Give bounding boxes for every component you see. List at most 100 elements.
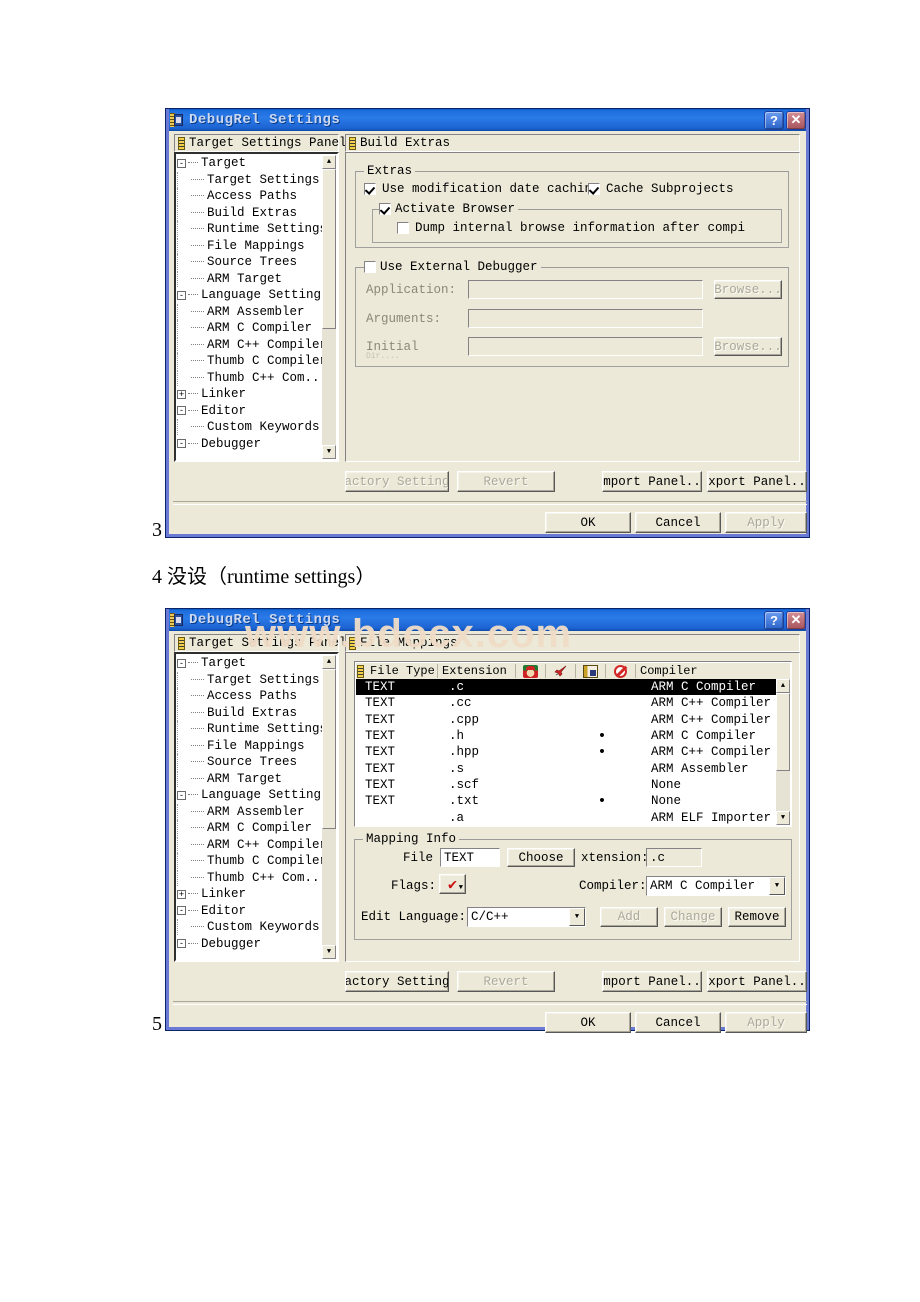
tree-item-editor[interactable]: - Editor bbox=[177, 903, 322, 920]
checkbox-icon[interactable] bbox=[397, 222, 409, 234]
scroll-up-icon[interactable]: ▲ bbox=[776, 679, 790, 693]
initial-dir-field[interactable] bbox=[468, 337, 703, 356]
tree-item-runtime-settings[interactable]: Runtime Settings bbox=[177, 721, 322, 738]
scroll-up-icon[interactable]: ▲ bbox=[322, 655, 336, 669]
export-panel-button[interactable]: Export Panel... bbox=[707, 471, 807, 492]
column-header-resource-icon[interactable] bbox=[576, 664, 606, 678]
tree-item-arm-c-compiler[interactable]: ARM C++ Compiler bbox=[177, 836, 322, 854]
tree-item-arm-assembler[interactable]: ARM Assembler bbox=[177, 303, 322, 321]
collapse-icon[interactable]: - bbox=[177, 290, 186, 300]
change-button[interactable]: Change bbox=[664, 907, 722, 927]
tree-item-thumb-c-compiler[interactable]: Thumb C Compiler bbox=[177, 353, 322, 370]
checkbox-icon[interactable] bbox=[379, 203, 391, 215]
tree-item-thumb-c-com[interactable]: Thumb C++ Com... bbox=[177, 869, 322, 887]
checkbox-icon[interactable] bbox=[364, 183, 376, 195]
close-icon[interactable]: ✕ bbox=[786, 610, 806, 630]
table-row[interactable]: TEXT .h • ARM C Compiler bbox=[356, 728, 776, 744]
column-header-precompile-icon[interactable] bbox=[516, 664, 546, 678]
collapse-icon[interactable]: - bbox=[177, 406, 186, 416]
table-row[interactable]: TEXT .cpp ARM C++ Compiler bbox=[356, 712, 776, 728]
application-field[interactable] bbox=[468, 280, 703, 299]
tree-item-access-paths[interactable]: Access Paths bbox=[177, 188, 322, 205]
tree-item-arm-target[interactable]: ARM Target bbox=[177, 770, 322, 788]
settings-dialog-file-mappings[interactable]: DebugRel Settings ? ✕ Target Settings Pa… bbox=[165, 608, 810, 1033]
chevron-down-icon[interactable]: ▼ bbox=[569, 908, 585, 926]
initial-dir-browse-button[interactable]: Browse... bbox=[714, 337, 782, 356]
revert-button[interactable]: Revert bbox=[457, 971, 555, 992]
tree-item-custom-keywords[interactable]: Custom Keywords bbox=[177, 419, 322, 436]
apply-button[interactable]: Apply bbox=[725, 512, 807, 533]
collapse-icon[interactable]: - bbox=[177, 158, 186, 168]
tree-item-language-settings[interactable]: - Language Settings bbox=[177, 787, 322, 804]
collapse-icon[interactable]: - bbox=[177, 790, 186, 800]
dialog1-titlebar[interactable]: DebugRel Settings ? ✕ bbox=[166, 109, 809, 131]
compiler-select[interactable]: ARM C Compiler ▼ bbox=[646, 876, 786, 896]
tree-item-target-settings[interactable]: Target Settings bbox=[177, 171, 322, 189]
table-row[interactable]: TEXT .scf None bbox=[356, 777, 776, 793]
cancel-button[interactable]: Cancel bbox=[635, 512, 721, 533]
tree-item-arm-target[interactable]: ARM Target bbox=[177, 270, 322, 288]
help-icon[interactable]: ? bbox=[764, 110, 784, 130]
chevron-down-icon[interactable]: ▼ bbox=[769, 877, 785, 895]
apply-button[interactable]: Apply bbox=[725, 1012, 807, 1033]
table-row[interactable]: TEXT .c ARM C Compiler bbox=[356, 679, 776, 696]
dialog1-settings-tree[interactable]: - Target Target Settings Access Paths Build … bbox=[174, 152, 339, 462]
scroll-down-icon[interactable]: ▼ bbox=[776, 811, 790, 825]
help-icon[interactable]: ? bbox=[764, 610, 784, 630]
expand-icon[interactable]: + bbox=[177, 889, 186, 899]
import-panel-button[interactable]: Import Panel... bbox=[602, 471, 702, 492]
file-mappings-table[interactable]: File Type Extension Compiler TEXT .c ARM C C… bbox=[354, 661, 792, 827]
tree-item-access-paths[interactable]: Access Paths bbox=[177, 688, 322, 705]
tree-item-arm-c-compiler[interactable]: ARM C++ Compiler bbox=[177, 336, 322, 354]
tree-item-linker[interactable]: + Linker bbox=[177, 386, 322, 403]
table-row[interactable]: TEXT .cc ARM C++ Compiler bbox=[356, 695, 776, 711]
use-external-debugger-checkbox[interactable]: Use External Debugger bbox=[364, 260, 541, 274]
add-button[interactable]: Add bbox=[600, 907, 658, 927]
tree-item-build-extras[interactable]: Build Extras bbox=[177, 204, 322, 222]
tree-item-file-mappings[interactable]: File Mappings bbox=[177, 237, 322, 255]
scroll-up-icon[interactable]: ▲ bbox=[322, 155, 336, 169]
tree-item-target[interactable]: - Target bbox=[177, 655, 322, 672]
tree-item-linker[interactable]: + Linker bbox=[177, 886, 322, 903]
arguments-field[interactable] bbox=[468, 309, 703, 328]
edit-language-select[interactable]: C/C++ ▼ bbox=[467, 907, 586, 927]
factory-settings-button[interactable]: Factory Settings bbox=[345, 971, 449, 992]
tree-item-build-extras[interactable]: Build Extras bbox=[177, 704, 322, 722]
cache-subprojects-checkbox[interactable]: Cache Subprojects bbox=[588, 182, 734, 196]
choose-button[interactable]: Choose bbox=[507, 848, 575, 867]
extension-field[interactable]: .c bbox=[646, 848, 702, 867]
scroll-down-icon[interactable]: ▼ bbox=[322, 945, 336, 959]
export-panel-button[interactable]: Export Panel... bbox=[707, 971, 807, 992]
file-type-field[interactable]: TEXT bbox=[440, 848, 500, 867]
cancel-button[interactable]: Cancel bbox=[635, 1012, 721, 1033]
tree-item-arm-assembler[interactable]: ARM Assembler bbox=[177, 803, 322, 821]
column-header-extension[interactable]: Extension bbox=[438, 664, 516, 678]
collapse-icon[interactable]: - bbox=[177, 658, 186, 668]
column-header-file-type[interactable]: File Type bbox=[366, 664, 438, 678]
collapse-icon[interactable]: - bbox=[177, 439, 186, 449]
application-browse-button[interactable]: Browse... bbox=[714, 280, 782, 299]
dialog2-settings-tree[interactable]: - Target Target Settings Access Paths Build … bbox=[174, 652, 339, 962]
use-modification-date-caching-checkbox[interactable]: Use modification date caching bbox=[364, 182, 600, 196]
tree-item-custom-keywords[interactable]: Custom Keywords bbox=[177, 919, 322, 936]
tree-item-source-trees[interactable]: Source Trees bbox=[177, 254, 322, 271]
scroll-thumb[interactable] bbox=[322, 169, 336, 329]
tree-item-arm-c-compiler[interactable]: ARM C Compiler bbox=[177, 820, 322, 837]
tree-item-debugger[interactable]: - Debugger bbox=[177, 436, 322, 453]
dialog1-tree-scrollbar[interactable]: ▲ ▼ bbox=[322, 155, 336, 459]
checkbox-icon[interactable] bbox=[588, 183, 600, 195]
dialog2-tree-scrollbar[interactable]: ▲ ▼ bbox=[322, 655, 336, 959]
tree-item-file-mappings[interactable]: File Mappings bbox=[177, 737, 322, 755]
tree-item-thumb-c-com[interactable]: Thumb C++ Com... bbox=[177, 369, 322, 387]
table-row[interactable]: .a ARM ELF Importer bbox=[356, 809, 776, 825]
column-header-compiler[interactable]: Compiler bbox=[636, 664, 791, 678]
collapse-icon[interactable]: - bbox=[177, 939, 186, 949]
scroll-thumb[interactable] bbox=[776, 693, 790, 771]
collapse-icon[interactable]: - bbox=[177, 906, 186, 916]
file-mappings-scrollbar[interactable]: ▲ ▼ bbox=[776, 679, 790, 825]
checkbox-icon[interactable] bbox=[364, 261, 376, 273]
dump-internal-browse-checkbox[interactable]: Dump internal browse information after c… bbox=[397, 221, 745, 235]
file-mappings-table-header[interactable]: File Type Extension Compiler bbox=[356, 663, 790, 680]
remove-button[interactable]: Remove bbox=[728, 907, 786, 927]
ok-button[interactable]: OK bbox=[545, 512, 631, 533]
